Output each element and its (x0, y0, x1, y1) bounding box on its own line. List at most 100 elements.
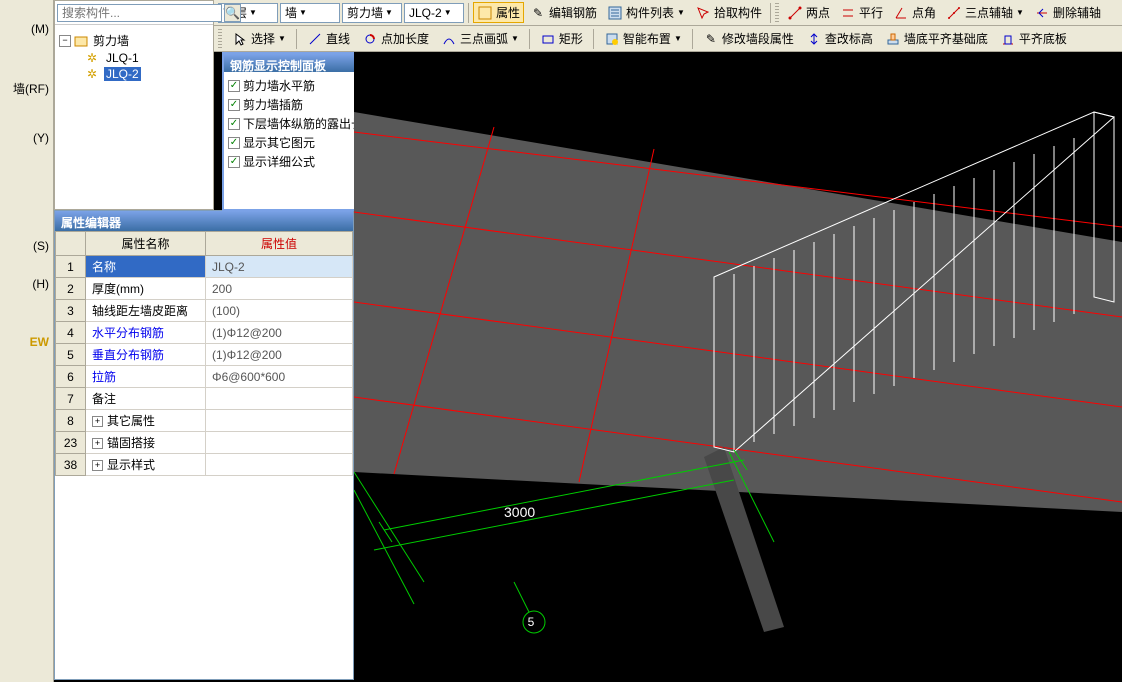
table-row[interactable]: 7备注 (56, 388, 353, 410)
table-row[interactable]: 5垂直分布钢筋(1)Φ12@200 (56, 344, 353, 366)
property-button[interactable]: 属性 (473, 2, 524, 23)
tree-root-node[interactable]: − 剪力墙 (59, 31, 209, 50)
checkbox-icon[interactable]: ✓ (228, 99, 240, 111)
search-button[interactable]: 🔍 (224, 4, 241, 22)
side-label-rf: 墙(RF) (0, 78, 53, 99)
parallel-button[interactable]: 平行 (836, 2, 887, 23)
side-label-ew: EW (0, 333, 53, 351)
dimension-label: 3000 (504, 504, 535, 520)
rebar-check-label: 显示其它图元 (243, 134, 315, 151)
height-icon (806, 31, 822, 47)
property-editor-panel: 属性编辑器 属性名称 属性值 1名称JLQ-22厚度(mm)2003轴线距左墙皮… (54, 210, 354, 680)
smart-icon (604, 31, 620, 47)
row-number: 8 (56, 410, 86, 432)
type-dropdown[interactable]: 剪力墙▼ (342, 3, 402, 23)
search-input[interactable] (57, 4, 222, 22)
checkbox-icon[interactable]: ✓ (228, 80, 240, 92)
smart-layout-button[interactable]: 智能布置▼ (600, 28, 686, 49)
gear-icon: ✲ (87, 67, 101, 81)
component-dropdown[interactable]: JLQ-2▼ (404, 3, 464, 23)
angle-icon (893, 5, 909, 21)
expand-icon[interactable]: − (59, 35, 71, 47)
arc-icon (441, 31, 457, 47)
checkbox-icon[interactable]: ✓ (228, 118, 240, 130)
table-row[interactable]: 2厚度(mm)200 (56, 278, 353, 300)
component-list-button[interactable]: 构件列表▼ (603, 2, 689, 23)
prop-value-cell[interactable]: (100) (206, 300, 353, 322)
prop-value-cell[interactable] (206, 432, 353, 454)
prop-value-cell[interactable] (206, 388, 353, 410)
expand-icon[interactable]: + (92, 438, 103, 449)
prop-value-cell[interactable]: (1)Φ12@200 (206, 322, 353, 344)
rebar-check-label: 显示详细公式 (243, 153, 315, 170)
side-label-s: (S) (0, 237, 53, 255)
property-panel-title: 属性编辑器 (55, 211, 353, 231)
table-row[interactable]: 23+锚固搭接 (56, 432, 353, 454)
prop-value-cell[interactable]: 200 (206, 278, 353, 300)
line-icon (307, 31, 323, 47)
prop-name-cell: 拉筋 (86, 366, 206, 388)
check-height-button[interactable]: 查改标高 (802, 28, 877, 49)
prop-name-header: 属性名称 (86, 232, 206, 256)
row-number: 5 (56, 344, 86, 366)
row-number: 4 (56, 322, 86, 344)
wall-base-align-button[interactable]: 墙底平齐基础底 (881, 28, 992, 49)
axis-bubble-label: 5 (528, 615, 535, 629)
prop-value-cell[interactable]: JLQ-2 (206, 256, 353, 278)
expand-icon[interactable]: + (92, 416, 103, 427)
point-length-icon (362, 31, 378, 47)
table-row[interactable]: 3轴线距左墙皮距离(100) (56, 300, 353, 322)
prop-name-cell: 厚度(mm) (86, 278, 206, 300)
tree-root-label: 剪力墙 (91, 32, 131, 49)
table-row[interactable]: 38+显示样式 (56, 454, 353, 476)
property-table: 属性名称 属性值 1名称JLQ-22厚度(mm)2003轴线距左墙皮距离(100… (55, 231, 353, 476)
folder-icon (74, 34, 88, 48)
category-dropdown[interactable]: 墙▼ (280, 3, 340, 23)
two-point-button[interactable]: 两点 (783, 2, 834, 23)
prop-value-cell[interactable] (206, 454, 353, 476)
row-number: 2 (56, 278, 86, 300)
tree-child1-label: JLQ-1 (104, 51, 141, 65)
toolbar-top: 首层▼ 墙▼ 剪力墙▼ JLQ-2▼ 属性 ✎编辑钢筋 构件列表▼ 拾取构件 两… (214, 0, 1122, 26)
prop-name-cell: 水平分布钢筋 (86, 322, 206, 344)
prop-name-cell: 垂直分布钢筋 (86, 344, 206, 366)
line-button[interactable]: 直线 (303, 28, 354, 49)
tree-child-jlq2[interactable]: ✲ JLQ-2 (87, 66, 209, 82)
prop-value-cell[interactable]: Φ6@600*600 (206, 366, 353, 388)
side-label-y: (Y) (0, 129, 53, 147)
cursor-icon (232, 31, 248, 47)
point-length-button[interactable]: 点加长度 (358, 28, 433, 49)
align-icon (1000, 31, 1016, 47)
edit-rebar-button[interactable]: ✎编辑钢筋 (526, 2, 601, 23)
expand-icon[interactable]: + (92, 460, 103, 471)
modify-wall-segment-button[interactable]: ✎修改墙段属性 (699, 28, 798, 49)
row-number: 38 (56, 454, 86, 476)
table-row[interactable]: 4水平分布钢筋(1)Φ12@200 (56, 322, 353, 344)
checkbox-icon[interactable]: ✓ (228, 137, 240, 149)
parallel-icon (840, 5, 856, 21)
tree-child-jlq1[interactable]: ✲ JLQ-1 (87, 50, 209, 66)
table-row[interactable]: 8+其它属性 (56, 410, 353, 432)
delete-axis-button[interactable]: 删除辅轴 (1030, 2, 1105, 23)
table-row[interactable]: 6拉筋Φ6@600*600 (56, 366, 353, 388)
toolbar-bottom: 选择▼ 直线 点加长度 三点画弧▼ 矩形 智能布置▼ ✎修改墙段属性 查改标高 … (214, 26, 1122, 52)
three-point-axis-button[interactable]: 三点辅轴▼ (942, 2, 1028, 23)
checkbox-icon[interactable]: ✓ (228, 156, 240, 168)
prop-value-cell[interactable] (206, 410, 353, 432)
pick-icon (695, 5, 711, 21)
search-icon: 🔍 (225, 6, 240, 20)
row-number: 1 (56, 256, 86, 278)
rect-button[interactable]: 矩形 (536, 28, 587, 49)
point-angle-button[interactable]: 点角 (889, 2, 940, 23)
prop-value-cell[interactable]: (1)Φ12@200 (206, 344, 353, 366)
prop-value-header: 属性值 (206, 232, 353, 256)
align-base-button[interactable]: 平齐底板 (996, 28, 1071, 49)
table-row[interactable]: 1名称JLQ-2 (56, 256, 353, 278)
edit-icon: ✎ (530, 5, 546, 21)
3d-viewport[interactable]: 3000 5 (354, 52, 1122, 682)
pick-component-button[interactable]: 拾取构件 (691, 2, 766, 23)
select-button[interactable]: 选择▼ (228, 28, 290, 49)
prop-name-cell: 备注 (86, 388, 206, 410)
three-point-arc-button[interactable]: 三点画弧▼ (437, 28, 523, 49)
rebar-check-label: 剪力墙插筋 (243, 96, 303, 113)
